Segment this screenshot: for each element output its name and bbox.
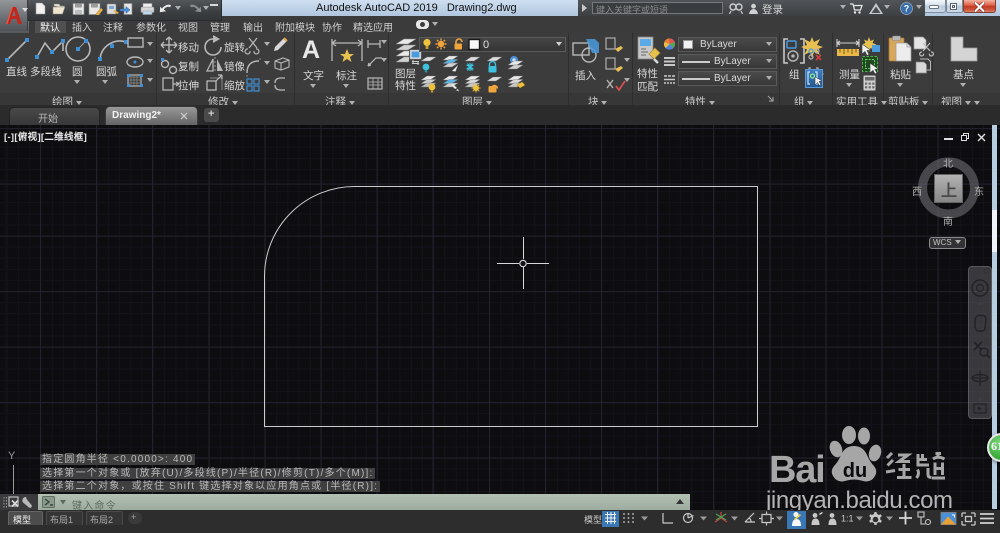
- svg-text:du: du: [843, 460, 867, 482]
- svg-text:1:1: 1:1: [841, 514, 854, 524]
- svg-text:?: ?: [904, 4, 910, 14]
